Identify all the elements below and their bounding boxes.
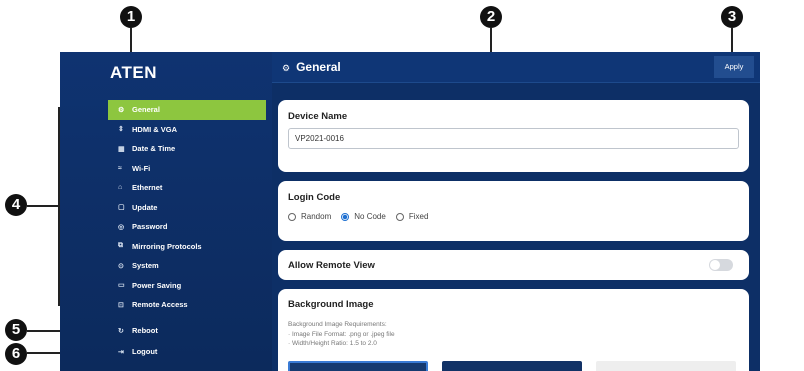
- page-title-text: General: [296, 60, 341, 74]
- sidebar-item-system[interactable]: ⊙ System: [108, 256, 266, 276]
- sidebar-item-update[interactable]: ▢ Update: [108, 198, 266, 218]
- callout-6: 6: [5, 343, 27, 365]
- sidebar-item-wifi[interactable]: ≈ Wi-Fi: [108, 159, 266, 179]
- login-code-options: Random No Code Fixed: [288, 212, 438, 221]
- calendar-icon: ▦: [118, 145, 125, 153]
- main-content: Device Name VP2021-0016 Login Code Rando…: [272, 83, 760, 371]
- sidebar-item-label: General: [132, 105, 160, 115]
- sidebar-item-label: Update: [132, 202, 158, 212]
- callout-4: 4: [5, 194, 27, 216]
- sidebar-item-label: Power Saving: [132, 280, 182, 290]
- sidebar-item-mirroring-protocols[interactable]: ⧉ Mirroring Protocols: [108, 237, 266, 257]
- requirement-ratio: · Width/Height Ratio: 1.5 to 2.0: [288, 340, 377, 347]
- sidebar-item-label: Wi-Fi: [132, 163, 151, 173]
- apply-button[interactable]: Apply: [714, 56, 754, 78]
- page-title: ⚙ General: [282, 60, 341, 74]
- battery-icon: ▭: [118, 282, 125, 290]
- requirements-title: Background Image Requirements:: [288, 321, 387, 328]
- sidebar-item-remote-access[interactable]: ⊡ Remote Access: [108, 295, 266, 315]
- sidebar-item-label: System: [132, 261, 159, 271]
- ethernet-icon: ⌂: [118, 184, 123, 192]
- remote-icon: ⊡: [118, 301, 124, 309]
- sidebar-item-label: Mirroring Protocols: [132, 241, 202, 251]
- sidebar-item-date-time[interactable]: ▦ Date & Time: [108, 139, 266, 159]
- background-image-title: Background Image: [288, 299, 374, 310]
- radio-label: Random: [301, 212, 332, 221]
- background-thumb-3[interactable]: [596, 361, 736, 371]
- background-thumb-2[interactable]: [442, 361, 582, 371]
- background-image-card: Background Image Background Image Requir…: [278, 289, 749, 371]
- radio-selected-icon: [341, 212, 350, 221]
- wifi-icon: ≈: [118, 164, 122, 172]
- app-window: ATEN ⚙ General ⇕ HDMI & VGA ▦ Date & Time ≈…: [60, 52, 760, 371]
- logout-button[interactable]: ⇥ Logout: [108, 341, 266, 362]
- callout-5: 5: [5, 319, 27, 341]
- sidebar-item-label: HDMI & VGA: [132, 124, 177, 134]
- lock-icon: ◎: [118, 223, 125, 231]
- login-code-nocode-radio[interactable]: No Code: [341, 212, 386, 221]
- radio-label: No Code: [354, 212, 386, 221]
- callout-1-line: [130, 28, 132, 52]
- remote-view-title: Allow Remote View: [288, 260, 375, 271]
- callout-2-line: [490, 28, 492, 52]
- reboot-icon: ↻: [118, 327, 124, 335]
- callout-1: 1: [120, 6, 142, 28]
- gear-icon: ⚙: [118, 106, 125, 114]
- radio-label: Fixed: [408, 212, 429, 221]
- aten-logo: ATEN: [110, 63, 158, 82]
- sidebar-item-ethernet[interactable]: ⌂ Ethernet: [108, 178, 266, 198]
- toggle-knob: [710, 260, 720, 270]
- hdmi-icon: ⇕: [118, 126, 124, 134]
- gear-icon: ⚙: [282, 63, 291, 73]
- callout-4-line-h: [27, 205, 58, 207]
- mirroring-icon: ⧉: [118, 242, 123, 250]
- requirement-format: · Image File Format: .png or .jpeg file: [288, 330, 395, 338]
- sidebar-item-label: Date & Time: [132, 144, 176, 154]
- background-requirements: Background Image Requirements: · Image F…: [288, 320, 395, 349]
- login-code-fixed-radio[interactable]: Fixed: [395, 212, 429, 221]
- remote-view-toggle[interactable]: [709, 259, 733, 271]
- system-icon: ⊙: [118, 262, 124, 270]
- sidebar-item-label: Remote Access: [132, 300, 188, 310]
- login-code-random-radio[interactable]: Random: [288, 212, 331, 221]
- reboot-button[interactable]: ↻ Reboot: [108, 320, 266, 341]
- top-bar: ⚙ General Apply: [272, 52, 760, 83]
- login-code-card: Login Code Random No Code Fixed: [278, 181, 749, 241]
- sidebar-item-label: Ethernet: [132, 183, 163, 193]
- callout-3: 3: [721, 6, 743, 28]
- sidebar-item-hdmi-vga[interactable]: ⇕ HDMI & VGA: [108, 120, 266, 140]
- login-code-title: Login Code: [288, 192, 341, 203]
- logout-icon: ⇥: [118, 348, 124, 356]
- remote-view-card: Allow Remote View: [278, 250, 749, 280]
- device-name-title: Device Name: [288, 111, 348, 122]
- device-name-card: Device Name VP2021-0016: [278, 100, 749, 172]
- reboot-label: Reboot: [132, 326, 158, 335]
- sidebar-nav: ⚙ General ⇕ HDMI & VGA ▦ Date & Time ≈ Wi-Fi…: [108, 100, 266, 315]
- background-thumb-1[interactable]: [288, 361, 428, 371]
- update-icon: ▢: [118, 204, 125, 212]
- sidebar-item-password[interactable]: ◎ Password: [108, 217, 266, 237]
- device-name-input[interactable]: VP2021-0016: [288, 128, 739, 149]
- sidebar: ATEN ⚙ General ⇕ HDMI & VGA ▦ Date & Time ≈…: [60, 52, 272, 371]
- sidebar-item-power-saving[interactable]: ▭ Power Saving: [108, 276, 266, 296]
- sidebar-item-label: Password: [132, 222, 168, 232]
- sidebar-bottom: ↻ Reboot ⇥ Logout: [108, 320, 266, 362]
- radio-circle-icon: [288, 212, 296, 221]
- logout-label: Logout: [132, 347, 158, 356]
- radio-circle-icon: [395, 212, 404, 221]
- callout-2: 2: [480, 6, 502, 28]
- sidebar-item-general[interactable]: ⚙ General: [108, 100, 266, 120]
